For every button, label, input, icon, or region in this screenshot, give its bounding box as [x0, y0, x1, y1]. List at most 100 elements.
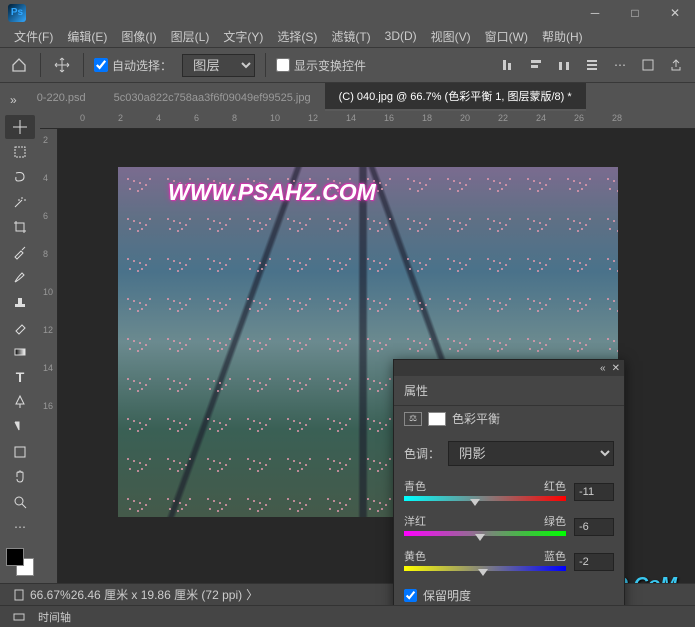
show-transform-label: 显示变换控件 — [294, 57, 366, 74]
menu-file[interactable]: 文件(F) — [8, 26, 59, 47]
tone-select[interactable]: 阴影 — [448, 441, 614, 466]
color-swatches[interactable] — [6, 548, 34, 576]
horizontal-ruler[interactable]: 02 46 810 1214 1618 2022 2426 28 — [40, 111, 695, 129]
auto-select-label: 自动选择： — [112, 57, 172, 74]
menu-select[interactable]: 选择(S) — [271, 26, 323, 47]
eyedropper-tool[interactable] — [5, 240, 35, 264]
slider-value[interactable] — [574, 553, 614, 571]
title-bar: Ps ─ □ ✕ — [0, 0, 695, 25]
menu-view[interactable]: 视图(V) — [425, 26, 477, 47]
adjustment-name: 色彩平衡 — [452, 410, 500, 427]
preserve-checkbox[interactable] — [404, 589, 417, 602]
wand-tool[interactable] — [5, 190, 35, 214]
options-bar: 自动选择： 图层 显示变换控件 ⋯ — [0, 47, 695, 83]
auto-select-input[interactable] — [94, 58, 108, 72]
close-button[interactable]: ✕ — [655, 0, 695, 25]
canvas-body: 24 68 1012 1416 WWW.PSAHZ.COM « ✕ 属性 — [40, 129, 695, 605]
pen-tool[interactable] — [5, 390, 35, 414]
slider-track[interactable] — [404, 531, 566, 536]
collapse-icon[interactable]: « — [600, 363, 606, 374]
menu-bar: 文件(F) 编辑(E) 图像(I) 图层(L) 文字(Y) 选择(S) 滤镜(T… — [0, 25, 695, 47]
document-tab-active[interactable]: (C) 040.jpg @ 66.7% (色彩平衡 1, 图层蒙版/8) * — [325, 83, 586, 111]
slider-left-label: 青色 — [404, 478, 426, 494]
preserve-label: 保留明度 — [423, 587, 471, 604]
marquee-tool[interactable] — [5, 140, 35, 164]
auto-select-target[interactable]: 图层 — [182, 54, 255, 77]
hand-tool[interactable] — [5, 465, 35, 489]
auto-select-checkbox[interactable]: 自动选择： — [94, 57, 172, 74]
menu-type[interactable]: 文字(Y) — [217, 26, 269, 47]
menu-layer[interactable]: 图层(L) — [165, 26, 216, 47]
close-panel-icon[interactable]: ✕ — [612, 363, 620, 374]
gradient-tool[interactable] — [5, 340, 35, 364]
document-tabs: » 0-220.psd 5c030a822c758aa3f6f09049ef99… — [0, 83, 695, 111]
crop-tool[interactable] — [5, 215, 35, 239]
panel-chrome[interactable]: « ✕ — [394, 360, 624, 376]
menu-filter[interactable]: 滤镜(T) — [325, 26, 376, 47]
more-icon[interactable]: ⋯ — [609, 54, 631, 76]
canvas-container: 02 46 810 1214 1618 2022 2426 28 24 68 1… — [40, 111, 695, 605]
slider-magenta-green: 洋红 绿色 — [394, 509, 624, 544]
menu-help[interactable]: 帮助(H) — [536, 26, 589, 47]
slider-right-label: 绿色 — [544, 513, 566, 529]
panel-title: 属性 — [394, 376, 624, 406]
path-tool[interactable] — [5, 415, 35, 439]
slider-cyan-red: 青色 红色 — [394, 474, 624, 509]
tone-label: 色调： — [404, 445, 440, 462]
slider-left-label: 黄色 — [404, 548, 426, 564]
slider-right-label: 蓝色 — [544, 548, 566, 564]
menu-window[interactable]: 窗口(W) — [479, 26, 534, 47]
slider-value[interactable] — [574, 483, 614, 501]
move-icon[interactable] — [51, 54, 73, 76]
zoom-tool[interactable] — [5, 490, 35, 514]
doc-info: 26.46 厘米 x 19.86 厘米 (72 ppi) — [71, 586, 242, 603]
document-tab[interactable]: 0-220.psd — [23, 87, 100, 111]
maximize-button[interactable]: □ — [615, 0, 655, 25]
app-logo: Ps — [8, 4, 26, 22]
menu-image[interactable]: 图像(I) — [115, 26, 162, 47]
eraser-tool[interactable] — [5, 315, 35, 339]
vertical-ruler[interactable]: 24 68 1012 1416 — [40, 129, 58, 605]
toolbox: T ⋯ — [0, 111, 40, 605]
slider-track[interactable] — [404, 496, 566, 501]
window-controls: ─ □ ✕ — [575, 0, 695, 25]
lasso-tool[interactable] — [5, 165, 35, 189]
tone-row: 色调： 阴影 — [394, 437, 624, 474]
slider-yellow-blue: 黄色 蓝色 — [394, 544, 624, 579]
align-icon-3[interactable] — [553, 54, 575, 76]
zoom-value[interactable]: 66.67% — [30, 588, 71, 602]
slider-value[interactable] — [574, 518, 614, 536]
stamp-tool[interactable] — [5, 290, 35, 314]
align-icon[interactable] — [497, 54, 519, 76]
timeline-tab[interactable]: 时间轴 — [38, 609, 71, 625]
3d-icon[interactable] — [637, 54, 659, 76]
share-icon[interactable] — [665, 54, 687, 76]
menu-3d[interactable]: 3D(D) — [379, 27, 423, 45]
tabs-overflow-icon[interactable]: » — [4, 89, 23, 111]
doc-icon[interactable] — [8, 586, 30, 604]
foreground-color[interactable] — [6, 548, 24, 566]
document-tab[interactable]: 5c030a822c758aa3f6f09049ef99525.jpg — [100, 87, 325, 111]
shape-tool[interactable] — [5, 440, 35, 464]
align-icon-2[interactable] — [525, 54, 547, 76]
menu-edit[interactable]: 编辑(E) — [61, 26, 113, 47]
show-transform-input[interactable] — [276, 58, 290, 72]
home-icon[interactable] — [8, 54, 30, 76]
status-bar: 时间轴 — [0, 605, 695, 627]
watermark-text: WWW.PSAHZ.COM — [168, 179, 376, 206]
mask-icon[interactable] — [428, 412, 446, 426]
slider-left-label: 洋红 — [404, 513, 426, 529]
show-transform-checkbox[interactable]: 显示变换控件 — [276, 57, 366, 74]
type-tool[interactable]: T — [5, 365, 35, 389]
more-tools[interactable]: ⋯ — [5, 515, 35, 539]
timeline-icon[interactable] — [8, 608, 30, 626]
adjustment-header: ⚖ 色彩平衡 — [394, 406, 624, 437]
minimize-button[interactable]: ─ — [575, 0, 615, 25]
preserve-luminosity[interactable]: 保留明度 — [394, 579, 624, 605]
move-tool[interactable] — [5, 115, 35, 139]
canvas-area[interactable]: WWW.PSAHZ.COM « ✕ 属性 ⚖ 色彩平衡 色调： — [58, 129, 695, 605]
brush-tool[interactable] — [5, 265, 35, 289]
slider-track[interactable] — [404, 566, 566, 571]
distribute-icon[interactable] — [581, 54, 603, 76]
properties-panel[interactable]: « ✕ 属性 ⚖ 色彩平衡 色调： 阴影 — [393, 359, 625, 605]
